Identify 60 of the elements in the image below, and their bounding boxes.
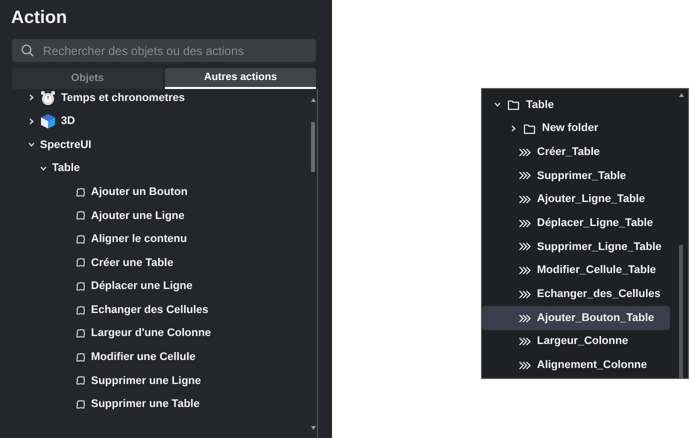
scroll-up-icon[interactable] (311, 98, 316, 102)
tab[interactable]: Objets (12, 68, 163, 89)
chevron-down-icon[interactable] (40, 165, 47, 172)
cube-icon (40, 113, 56, 130)
tree-item-label[interactable]: Echanger des Cellules (91, 302, 208, 318)
tab[interactable]: Autres actions (165, 68, 316, 89)
double-chevron-icon (518, 216, 531, 230)
tree-item-label[interactable]: Modifier une Cellule (91, 349, 196, 366)
puzzle-icon (75, 375, 86, 386)
tree-item-label[interactable]: Table (52, 160, 80, 177)
tree-item-label[interactable]: Temps et chronometres (61, 90, 185, 106)
double-chevron-icon (518, 288, 531, 301)
tree-item[interactable]: Alignement_Colonne (482, 354, 670, 378)
tree-item-label[interactable]: Ajouter une Ligne (91, 208, 184, 224)
puzzle-icon (75, 328, 86, 340)
tree-item[interactable]: Ajouter_Ligne_Table (482, 188, 670, 212)
double-chevron-icon (518, 358, 531, 372)
tree-item-label[interactable]: Aligner le contenu (91, 231, 187, 248)
tree-item[interactable]: Supprimer_Ligne_Table (482, 235, 670, 259)
chevron-down-icon[interactable] (28, 141, 35, 148)
tree-item-label[interactable]: Créer une Table (91, 254, 174, 272)
search-icon (21, 44, 34, 57)
search-field[interactable]: Rechercher des objets ou des actions (12, 39, 316, 62)
tree-item[interactable]: Largeur_Colonne (482, 330, 670, 354)
tree-item[interactable]: Echanger_des_Cellules (482, 282, 670, 306)
puzzle-icon (75, 304, 86, 316)
tree-item[interactable]: Supprimer_Table (482, 164, 670, 188)
tree-item-label[interactable]: Supprimer une Table (91, 396, 200, 413)
puzzle-icon (75, 399, 86, 410)
chevron-right-icon[interactable] (28, 118, 35, 125)
chevron-right-icon[interactable] (510, 125, 517, 132)
tree-item-label[interactable]: Supprimer une Ligne (91, 372, 202, 390)
puzzle-icon (75, 186, 86, 198)
puzzle-icon (75, 210, 86, 222)
chevron-right-icon[interactable] (28, 94, 35, 102)
panel-title: Action (11, 6, 68, 29)
tree-item-label[interactable]: 3D (61, 113, 76, 130)
chevron-down-icon[interactable] (494, 101, 501, 108)
tree-item[interactable]: Déplacer_Ligne_Table (482, 211, 670, 236)
puzzle-icon (75, 281, 86, 292)
tree-item[interactable]: Ajouter_Bouton_Table (482, 306, 670, 330)
clock-icon (40, 90, 56, 106)
tree-item-label[interactable]: Largeur d'une Colonne (91, 325, 211, 342)
folder-icon (523, 122, 536, 136)
tree-item-label[interactable]: SpectreUI (40, 136, 92, 154)
puzzle-icon (75, 234, 86, 245)
tree-item-label[interactable]: Ajouter un Bouton (91, 184, 188, 200)
scroll-up-icon[interactable] (679, 93, 684, 97)
tree-item[interactable]: Modifier_Cellule_Table (482, 258, 670, 282)
folder-icon (507, 98, 520, 112)
tree-item-label[interactable]: Déplacer une Ligne (91, 278, 192, 295)
puzzle-icon (75, 257, 86, 268)
puzzle-icon (75, 352, 86, 363)
scroll-down-icon[interactable] (311, 426, 316, 430)
tree-item[interactable]: Créer_Table (482, 140, 670, 164)
tree-item-label[interactable]: New folder (542, 120, 598, 137)
double-chevron-icon (518, 146, 531, 159)
scrollbar[interactable] (310, 89, 318, 438)
tree-item-label[interactable]: Table (526, 96, 554, 114)
double-chevron-icon (518, 312, 531, 325)
